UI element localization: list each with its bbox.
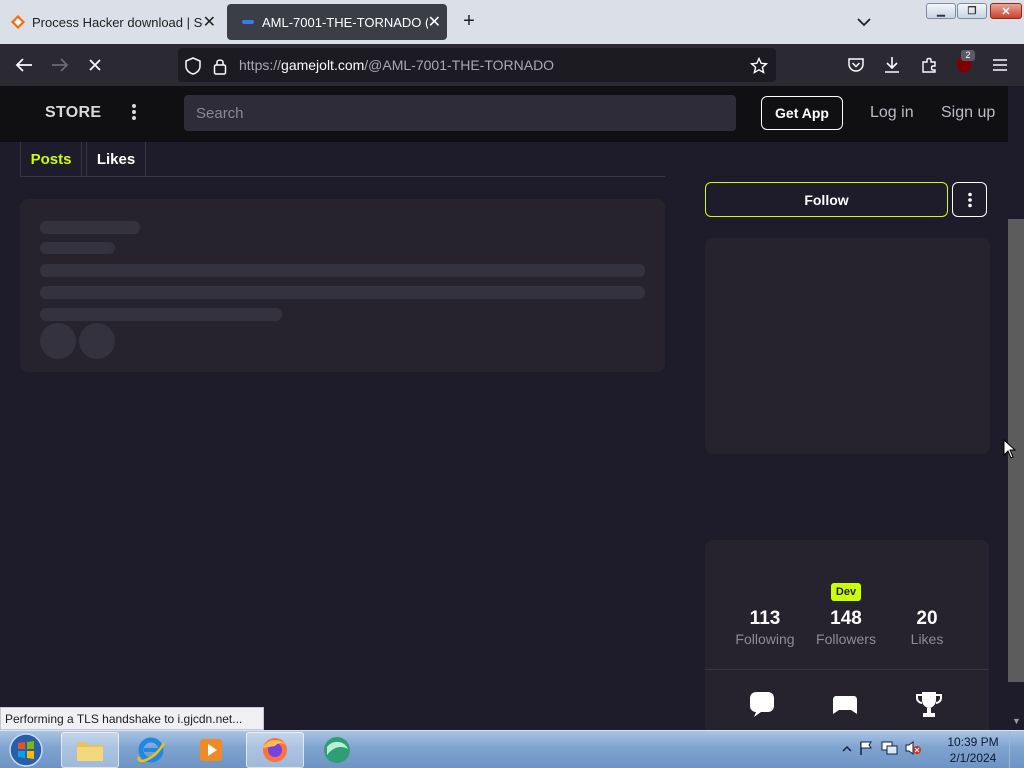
- browser-toolbar: https://gamejolt.com/@AML-7001-THE-TORNA…: [0, 44, 1024, 86]
- skeleton-line: [40, 221, 140, 234]
- app-menu-hamburger-icon[interactable]: [988, 54, 1012, 76]
- tab-title: Process Hacker download | SourceForge.ne…: [32, 14, 203, 30]
- stat-label: Likes: [910, 631, 944, 647]
- new-tab-button[interactable]: +: [459, 11, 479, 32]
- close-tab-icon[interactable]: ✕: [203, 13, 216, 31]
- skeleton-avatar: [79, 323, 115, 359]
- minimize-window-button[interactable]: ▁: [926, 3, 956, 19]
- tab-process-hacker[interactable]: Process Hacker download | SourceForge.ne…: [0, 4, 222, 40]
- stat-value: 113: [749, 608, 781, 629]
- stats-divider: [705, 669, 989, 670]
- follow-button[interactable]: Follow: [705, 182, 948, 217]
- media-player-taskbar-icon[interactable]: [182, 732, 240, 768]
- start-button[interactable]: [7, 732, 45, 768]
- show-hidden-icons-arrow-icon[interactable]: [842, 741, 852, 759]
- forward-arrow-icon[interactable]: [48, 54, 72, 76]
- skeleton-line: [40, 242, 115, 254]
- tab-gamejolt-profile[interactable]: AML-7001-THE-TORNADO (@AML-7001-THE-TORN…: [227, 4, 447, 40]
- lock-icon[interactable]: [211, 57, 229, 75]
- action-center-flag-icon[interactable]: [858, 740, 874, 761]
- scroll-down-arrow-icon[interactable]: ▼: [1012, 716, 1021, 726]
- tab-likes[interactable]: Likes: [86, 142, 146, 177]
- firefox-taskbar-icon[interactable]: [246, 732, 304, 768]
- get-app-button[interactable]: Get App: [761, 96, 843, 130]
- stat-followers[interactable]: 148 Followers: [806, 608, 886, 647]
- gamepad-icon[interactable]: [831, 690, 859, 718]
- stat-value: 148: [830, 608, 862, 629]
- skeleton-avatar: [40, 323, 76, 359]
- stat-label: Followers: [816, 631, 876, 647]
- profile-stats-card: Dev 113 Following 148 Followers 20 Likes: [705, 540, 989, 730]
- extension-count-badge: 2: [961, 50, 975, 61]
- stat-following[interactable]: 113 Following: [725, 608, 805, 647]
- list-all-tabs-chevron-icon[interactable]: [854, 12, 874, 32]
- loading-favicon-icon: [240, 14, 256, 30]
- network-icon[interactable]: [880, 740, 898, 761]
- volume-muted-icon[interactable]: [904, 740, 922, 761]
- stop-loading-icon[interactable]: [83, 54, 107, 76]
- post-skeleton-card: [20, 199, 665, 372]
- page-scrollbar[interactable]: ▼: [1008, 86, 1024, 730]
- browser-tab-strip: Process Hacker download | SourceForge.ne…: [0, 0, 1024, 44]
- app-taskbar-icon[interactable]: [308, 732, 366, 768]
- profile-more-options-button[interactable]: [952, 182, 987, 217]
- profile-page: Posts Likes Follow Dev 113 Following 148…: [0, 142, 1008, 730]
- address-bar[interactable]: https://gamejolt.com/@AML-7001-THE-TORNA…: [178, 48, 776, 82]
- restore-window-button[interactable]: ❐: [957, 3, 987, 19]
- back-arrow-icon[interactable]: [12, 54, 36, 76]
- windows-taskbar: 10:39 PM 2/1/2024: [0, 730, 1024, 768]
- stat-label: Following: [735, 631, 795, 647]
- skeleton-line: [40, 264, 645, 277]
- file-explorer-taskbar-icon[interactable]: [61, 732, 119, 768]
- kebab-icon: [967, 192, 972, 207]
- close-tab-icon[interactable]: ✕: [428, 13, 441, 31]
- more-options-kebab-icon[interactable]: [128, 102, 140, 122]
- tracking-protection-shield-icon[interactable]: [184, 57, 202, 75]
- clock-date: 2/1/2024: [949, 751, 997, 765]
- search-placeholder: Search: [196, 105, 244, 122]
- url-text: https://gamejolt.com/@AML-7001-THE-TORNA…: [239, 57, 555, 73]
- skeleton-line: [40, 308, 282, 321]
- dev-badge: Dev: [831, 583, 861, 601]
- downloads-icon[interactable]: [880, 54, 904, 76]
- clock-time: 10:39 PM: [947, 735, 999, 749]
- system-tray: [842, 739, 922, 761]
- chat-bubble-icon[interactable]: [748, 690, 776, 718]
- show-desktop-button[interactable]: [1009, 731, 1024, 768]
- browser-status-text: Performing a TLS handshake to i.gjcdn.ne…: [0, 707, 264, 730]
- system-clock[interactable]: 10:39 PM 2/1/2024: [944, 734, 1002, 766]
- sourceforge-favicon-icon: [10, 14, 26, 30]
- extensions-puzzle-icon[interactable]: [917, 54, 941, 76]
- sign-up-link[interactable]: Sign up: [941, 104, 995, 122]
- profile-info-card-loading: [705, 238, 990, 454]
- close-window-button[interactable]: ✕: [990, 3, 1022, 19]
- internet-explorer-taskbar-icon[interactable]: [122, 732, 180, 768]
- skeleton-line: [40, 286, 645, 299]
- search-input[interactable]: Search: [184, 95, 736, 131]
- stat-likes[interactable]: 20 Likes: [887, 608, 967, 647]
- mouse-pointer-icon: [1003, 438, 1017, 459]
- pocket-icon[interactable]: [844, 54, 868, 76]
- gamejolt-header: STORE Search Get App Log in Sign up: [0, 86, 1008, 142]
- tab-title: AML-7001-THE-TORNADO (@AML-7001-THE-TORN…: [262, 14, 428, 30]
- bookmark-star-icon[interactable]: [750, 57, 768, 75]
- log-in-link[interactable]: Log in: [870, 104, 914, 122]
- store-link[interactable]: STORE: [45, 104, 101, 122]
- stat-value: 20: [916, 608, 938, 629]
- tab-posts[interactable]: Posts: [20, 142, 82, 177]
- trophy-icon[interactable]: [915, 690, 943, 718]
